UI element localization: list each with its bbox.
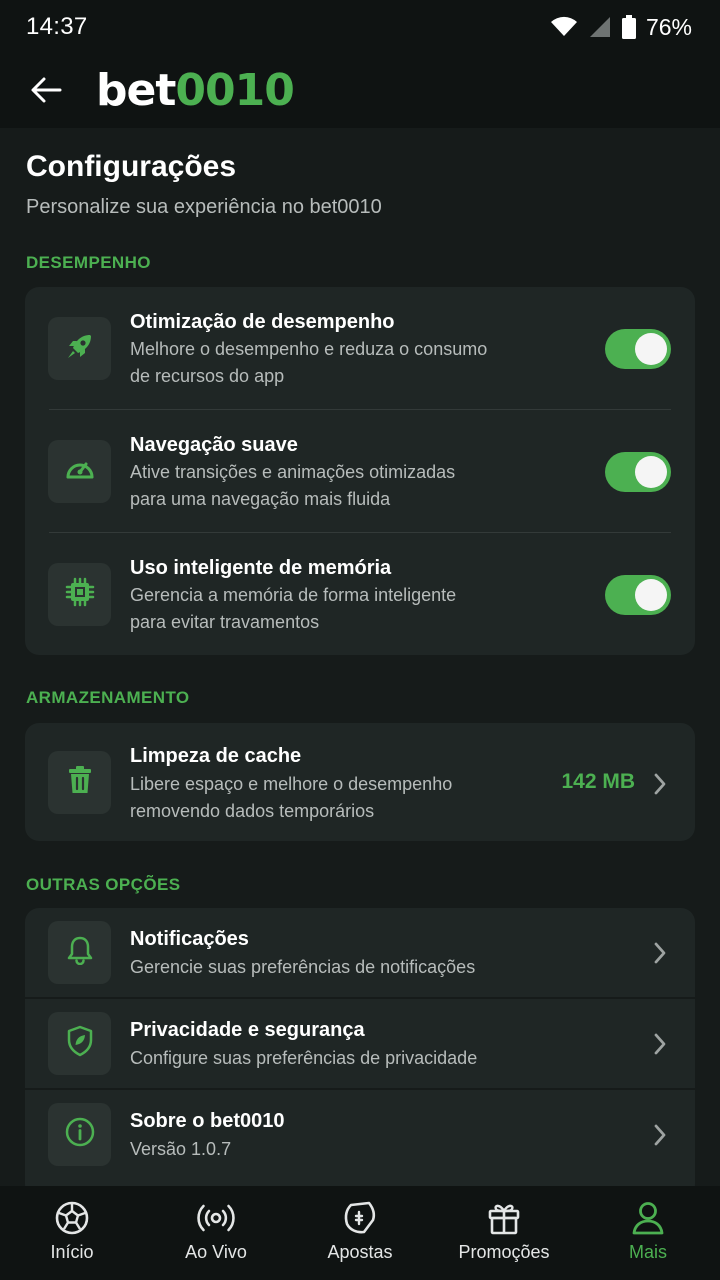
nav-label: Apostas: [327, 1242, 393, 1262]
live-broadcast-icon: [196, 1200, 236, 1236]
bottom-navigation: Início Ao Vivo Apostas Promoções Mais: [0, 1186, 720, 1280]
chevron-right-icon: [648, 1123, 672, 1147]
soccer-ball-icon: [54, 1200, 90, 1236]
desc-line: de recursos do app: [130, 366, 285, 386]
icon-box: [48, 1103, 111, 1166]
nav-label: Ao Vivo: [185, 1242, 247, 1262]
nav-label: Início: [50, 1242, 94, 1262]
toggle-knob: [635, 579, 667, 611]
rocket-icon: [65, 331, 95, 366]
brand-logo: bet0010: [96, 64, 295, 118]
desc-line: para evitar travamentos: [130, 612, 320, 632]
setting-row-smooth-navigation[interactable]: Navegação suave Ative transições e anima…: [25, 410, 695, 532]
setting-row-notifications[interactable]: Notificações Gerencie suas preferências …: [25, 908, 695, 997]
setting-row-smart-memory[interactable]: Uso inteligente de memória Gerencia a me…: [25, 533, 695, 655]
setting-description: Melhore o desempenho e reduza o consumo …: [130, 336, 510, 390]
desc-line: removendo dados temporários: [130, 801, 375, 821]
speedometer-icon: [64, 455, 96, 488]
icon-box: [48, 563, 111, 626]
app-header: bet0010: [0, 54, 720, 128]
icon-box: [48, 1012, 111, 1075]
trash-icon: [66, 765, 94, 800]
arrow-left-icon: [30, 76, 62, 109]
bell-icon: [65, 935, 95, 970]
ticket-icon: [342, 1200, 378, 1236]
section-label-performance: DESEMPENHO: [26, 253, 151, 272]
battery-percent: 76%: [645, 13, 692, 40]
setting-row-about[interactable]: Sobre o bet0010 Versão 1.0.7: [25, 1090, 695, 1186]
setting-title: Uso inteligente de memória: [130, 557, 392, 579]
wifi-icon: [550, 16, 578, 38]
setting-title: Notificações: [130, 928, 249, 950]
desc-line: Melhore o desempenho e reduza o consumo: [130, 339, 488, 359]
setting-description: Gerencia a memória de forma inteligente …: [130, 582, 510, 636]
toggle-knob: [635, 333, 667, 365]
page-title: Configurações: [26, 150, 237, 183]
setting-description: Ative transições e animações otimizadas …: [130, 459, 510, 513]
chevron-right-icon: [648, 772, 672, 796]
cell-signal-icon: [588, 16, 612, 38]
other-options-card: Notificações Gerencie suas preferências …: [25, 908, 695, 1186]
info-icon: [64, 1116, 96, 1153]
app-version: Versão 1.0.7: [130, 1139, 232, 1159]
icon-box: [48, 317, 111, 380]
setting-description: Configure suas preferências de privacida…: [130, 1048, 478, 1068]
setting-description: Gerencie suas preferências de notificaçõ…: [130, 957, 476, 977]
nav-item-apostas[interactable]: Apostas: [288, 1186, 432, 1280]
status-icons: 76%: [550, 14, 692, 41]
logo-text-green: 0010: [175, 65, 294, 116]
back-button[interactable]: [26, 72, 66, 112]
chip-icon: [64, 576, 96, 613]
setting-title: Navegação suave: [130, 434, 298, 456]
nav-label: Promoções: [458, 1242, 550, 1262]
setting-title: Otimização de desempenho: [130, 311, 395, 333]
performance-optimization-toggle[interactable]: [605, 329, 671, 369]
setting-row-privacy-security[interactable]: Privacidade e segurança Configure suas p…: [25, 999, 695, 1088]
setting-title: Privacidade e segurança: [130, 1019, 365, 1041]
nav-item-mais[interactable]: Mais: [576, 1186, 720, 1280]
desc-line: para uma navegação mais fluida: [130, 489, 391, 509]
nav-label: Mais: [628, 1242, 667, 1262]
setting-row-cache-cleanup[interactable]: Limpeza de cache Libere espaço e melhore…: [25, 723, 695, 841]
nav-item-promocoes[interactable]: Promoções: [432, 1186, 576, 1280]
toggle-knob: [635, 456, 667, 488]
section-label-other: OUTRAS OPÇÕES: [26, 875, 181, 894]
battery-icon: [621, 15, 636, 39]
nav-item-ao-vivo[interactable]: Ao Vivo: [144, 1186, 288, 1280]
setting-title: Limpeza de cache: [130, 745, 302, 767]
desc-line: Libere espaço e melhore o desempenho: [130, 774, 453, 794]
performance-card: Otimização de desempenho Melhore o desem…: [25, 287, 695, 655]
icon-box: [48, 921, 111, 984]
settings-content[interactable]: Configurações Personalize sua experiênci…: [0, 128, 720, 1186]
gift-icon: [486, 1200, 522, 1236]
status-time: 14:37: [26, 13, 88, 40]
nav-item-inicio[interactable]: Início: [0, 1186, 144, 1280]
smart-memory-toggle[interactable]: [605, 575, 671, 615]
chevron-right-icon: [648, 941, 672, 965]
smooth-navigation-toggle[interactable]: [605, 452, 671, 492]
icon-box: [48, 751, 111, 814]
logo-text-white: bet: [96, 65, 176, 116]
user-icon: [630, 1200, 666, 1236]
setting-row-performance-optimization[interactable]: Otimização de desempenho Melhore o desem…: [25, 287, 695, 409]
section-label-storage: ARMAZENAMENTO: [26, 688, 190, 707]
desc-line: Ative transições e animações otimizadas: [130, 462, 456, 482]
storage-card: Limpeza de cache Libere espaço e melhore…: [25, 723, 695, 841]
desc-line: Gerencia a memória de forma inteligente: [130, 585, 457, 605]
setting-title: Sobre o bet0010: [130, 1110, 285, 1132]
icon-box: [48, 440, 111, 503]
cache-size-value: 142 MB: [561, 770, 635, 793]
shield-icon: [65, 1025, 95, 1062]
status-bar: 14:37 76%: [0, 0, 720, 54]
page-subtitle: Personalize sua experiência no bet0010: [26, 196, 382, 218]
chevron-right-icon: [648, 1032, 672, 1056]
setting-description: Libere espaço e melhore o desempenho rem…: [130, 771, 510, 825]
